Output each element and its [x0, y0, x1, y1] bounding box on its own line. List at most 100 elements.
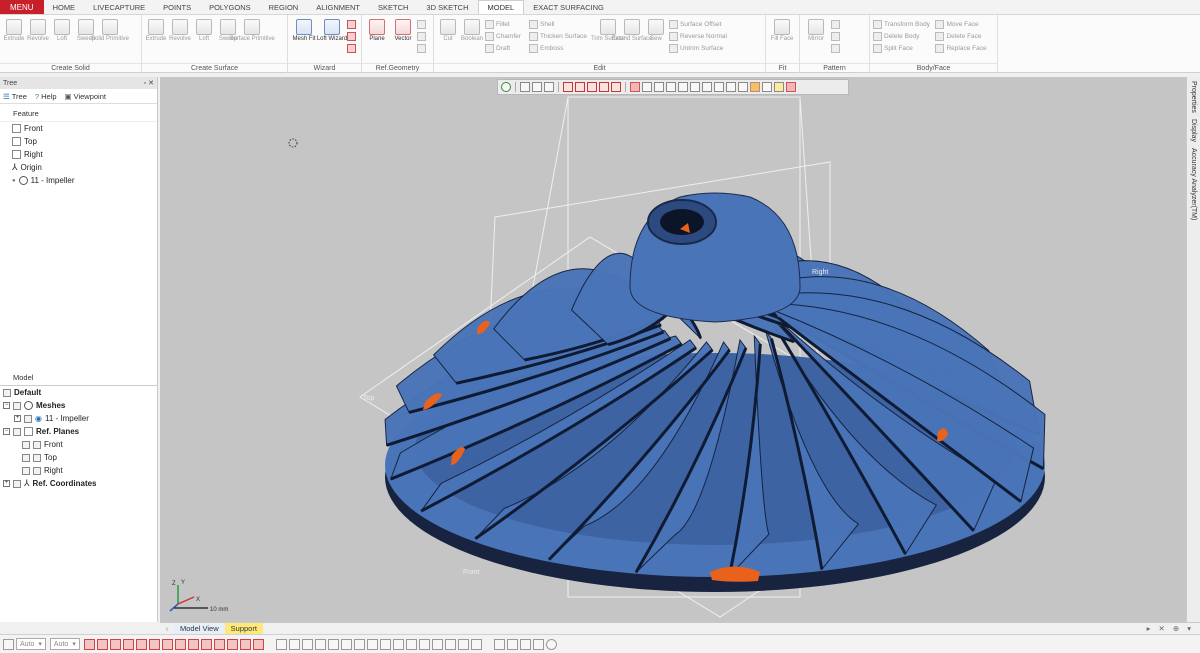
- fit-view-icon[interactable]: [501, 82, 511, 92]
- filter-coords-icon[interactable]: [213, 638, 225, 650]
- visibility-icon[interactable]: [13, 479, 21, 488]
- visibility-icon[interactable]: [13, 401, 21, 410]
- model-plane-front[interactable]: Front: [0, 438, 157, 451]
- measure-icon[interactable]: [493, 638, 505, 650]
- extend-surface-button[interactable]: Extend Surface: [611, 17, 653, 43]
- mirror-button[interactable]: Mirror: [803, 17, 829, 43]
- light-icon[interactable]: [774, 82, 784, 92]
- untrim-surface-button[interactable]: Untrim Surface: [669, 44, 733, 53]
- settings-icon[interactable]: [545, 638, 557, 650]
- sew-button[interactable]: Sew: [645, 17, 667, 43]
- snap-tangent-icon[interactable]: [392, 638, 404, 650]
- filter-regions-icon[interactable]: [109, 638, 121, 650]
- render-shaded-icon[interactable]: [563, 82, 573, 92]
- eye-icon[interactable]: [786, 82, 796, 92]
- filter-points-icon[interactable]: [83, 638, 95, 650]
- 3d-viewport[interactable]: Top Front Right Z Y X 10 mm: [160, 77, 1186, 622]
- filter-vectors-icon[interactable]: [200, 638, 212, 650]
- filter-sketch-icon[interactable]: [122, 638, 134, 650]
- loft-solid-button[interactable]: Loft: [51, 17, 73, 43]
- select-visible-icon[interactable]: [714, 82, 724, 92]
- extrude-solid-button[interactable]: Extrude: [3, 17, 25, 43]
- selection-target-dropdown[interactable]: Auto ▾: [49, 638, 80, 650]
- fillet-button[interactable]: Fillet: [485, 20, 527, 29]
- coordinate-icon[interactable]: [417, 44, 426, 53]
- panel-controls[interactable]: ▫ ✕: [144, 79, 154, 87]
- visibility-icon[interactable]: [22, 466, 30, 475]
- snap-grid-icon[interactable]: [288, 638, 300, 650]
- feature-item-right[interactable]: Right: [0, 148, 157, 161]
- model-mesh-impeller[interactable]: + ◉ 11 - Impeller: [0, 412, 157, 425]
- snap-intersect-icon[interactable]: [431, 638, 443, 650]
- transform-body-button[interactable]: Transform Body: [873, 20, 933, 29]
- report-icon[interactable]: [532, 638, 544, 650]
- scroll-left-icon[interactable]: ‹: [160, 624, 174, 633]
- feature-item-origin[interactable]: ⅄ Origin: [0, 161, 157, 174]
- pattern-icon[interactable]: [831, 32, 840, 41]
- solid-primitive-button[interactable]: Solid Primitive: [91, 17, 129, 43]
- feature-item-top[interactable]: Top: [0, 135, 157, 148]
- tab-viewpoint[interactable]: ▣ Viewpoint: [65, 92, 106, 101]
- snap-extend-icon[interactable]: [444, 638, 456, 650]
- snap-perp-icon[interactable]: [405, 638, 417, 650]
- revolve-surface-button[interactable]: Revolve: [169, 17, 191, 43]
- select-flood-icon[interactable]: [702, 82, 712, 92]
- collapse-icon[interactable]: −: [3, 402, 10, 409]
- snap-mid-icon[interactable]: [353, 638, 365, 650]
- render-wire-icon[interactable]: [575, 82, 585, 92]
- filter-planes-icon[interactable]: [187, 638, 199, 650]
- extrude-surface-button[interactable]: Extrude: [145, 17, 167, 43]
- pattern-icon[interactable]: [831, 44, 840, 53]
- render-mesh-icon[interactable]: [611, 82, 621, 92]
- model-meshes[interactable]: − Meshes: [0, 399, 157, 412]
- emboss-button[interactable]: Emboss: [529, 44, 595, 53]
- render-points-icon[interactable]: [587, 82, 597, 92]
- dock-tab-accuracy-analyzer[interactable]: Accuracy Analyzer(TM): [1190, 148, 1197, 220]
- filter-polygons-icon[interactable]: [96, 638, 108, 650]
- loft-surface-button[interactable]: Loft: [193, 17, 215, 43]
- tab-region[interactable]: REGION: [260, 0, 308, 14]
- delete-body-button[interactable]: Delete Body: [873, 32, 933, 41]
- dock-tab-display[interactable]: Display: [1190, 119, 1197, 142]
- tab-model-view[interactable]: Model View: [174, 623, 225, 634]
- cut-button[interactable]: Cut: [437, 17, 459, 43]
- thicken-surface-button[interactable]: Thicken Surface: [529, 32, 595, 41]
- measure-angle-icon[interactable]: [506, 638, 518, 650]
- selection-mode-icon[interactable]: [630, 82, 640, 92]
- tab-livecapture[interactable]: LIVECAPTURE: [84, 0, 154, 14]
- tab-home[interactable]: HOME: [44, 0, 85, 14]
- filter-surfaces-icon[interactable]: [239, 638, 251, 650]
- select-rect-icon[interactable]: [642, 82, 652, 92]
- tab-alignment[interactable]: ALIGNMENT: [307, 0, 369, 14]
- model-ref-planes[interactable]: − Ref. Planes: [0, 425, 157, 438]
- visibility-icon[interactable]: [22, 453, 30, 462]
- surface-offset-button[interactable]: Surface Offset: [669, 20, 733, 29]
- wizard-small-icon[interactable]: [347, 32, 356, 41]
- tab-points[interactable]: POINTS: [154, 0, 200, 14]
- expand-icon[interactable]: +: [3, 480, 10, 487]
- split-face-button[interactable]: Split Face: [873, 44, 933, 53]
- select-poly-icon[interactable]: [666, 82, 676, 92]
- measure-radius-icon[interactable]: [519, 638, 531, 650]
- snap-parallel-icon[interactable]: [457, 638, 469, 650]
- filter-bodies-icon[interactable]: [135, 638, 147, 650]
- model-default[interactable]: Default: [0, 386, 157, 399]
- expand-icon[interactable]: +: [14, 415, 21, 422]
- point-icon[interactable]: [417, 20, 426, 29]
- dock-tab-properties[interactable]: Properties: [1190, 81, 1197, 113]
- model-ref-coordinates[interactable]: + ⅄ Ref. Coordinates: [0, 477, 157, 490]
- feature-item-front[interactable]: Front: [0, 122, 157, 135]
- tab-model[interactable]: MODEL: [477, 0, 525, 14]
- snap-center-icon[interactable]: [340, 638, 352, 650]
- shell-button[interactable]: Shell: [529, 20, 595, 29]
- delete-face-button[interactable]: Delete Face: [935, 32, 994, 41]
- color-icon[interactable]: [750, 82, 760, 92]
- pattern-icon[interactable]: [831, 20, 840, 29]
- replace-face-button[interactable]: Replace Face: [935, 44, 994, 53]
- clip-icon[interactable]: [762, 82, 772, 92]
- wizard-small-icon[interactable]: [347, 44, 356, 53]
- selection-filter-icon[interactable]: [3, 638, 14, 650]
- visibility-icon[interactable]: [22, 440, 30, 449]
- render-edges-icon[interactable]: [599, 82, 609, 92]
- view-front-icon[interactable]: [544, 82, 554, 92]
